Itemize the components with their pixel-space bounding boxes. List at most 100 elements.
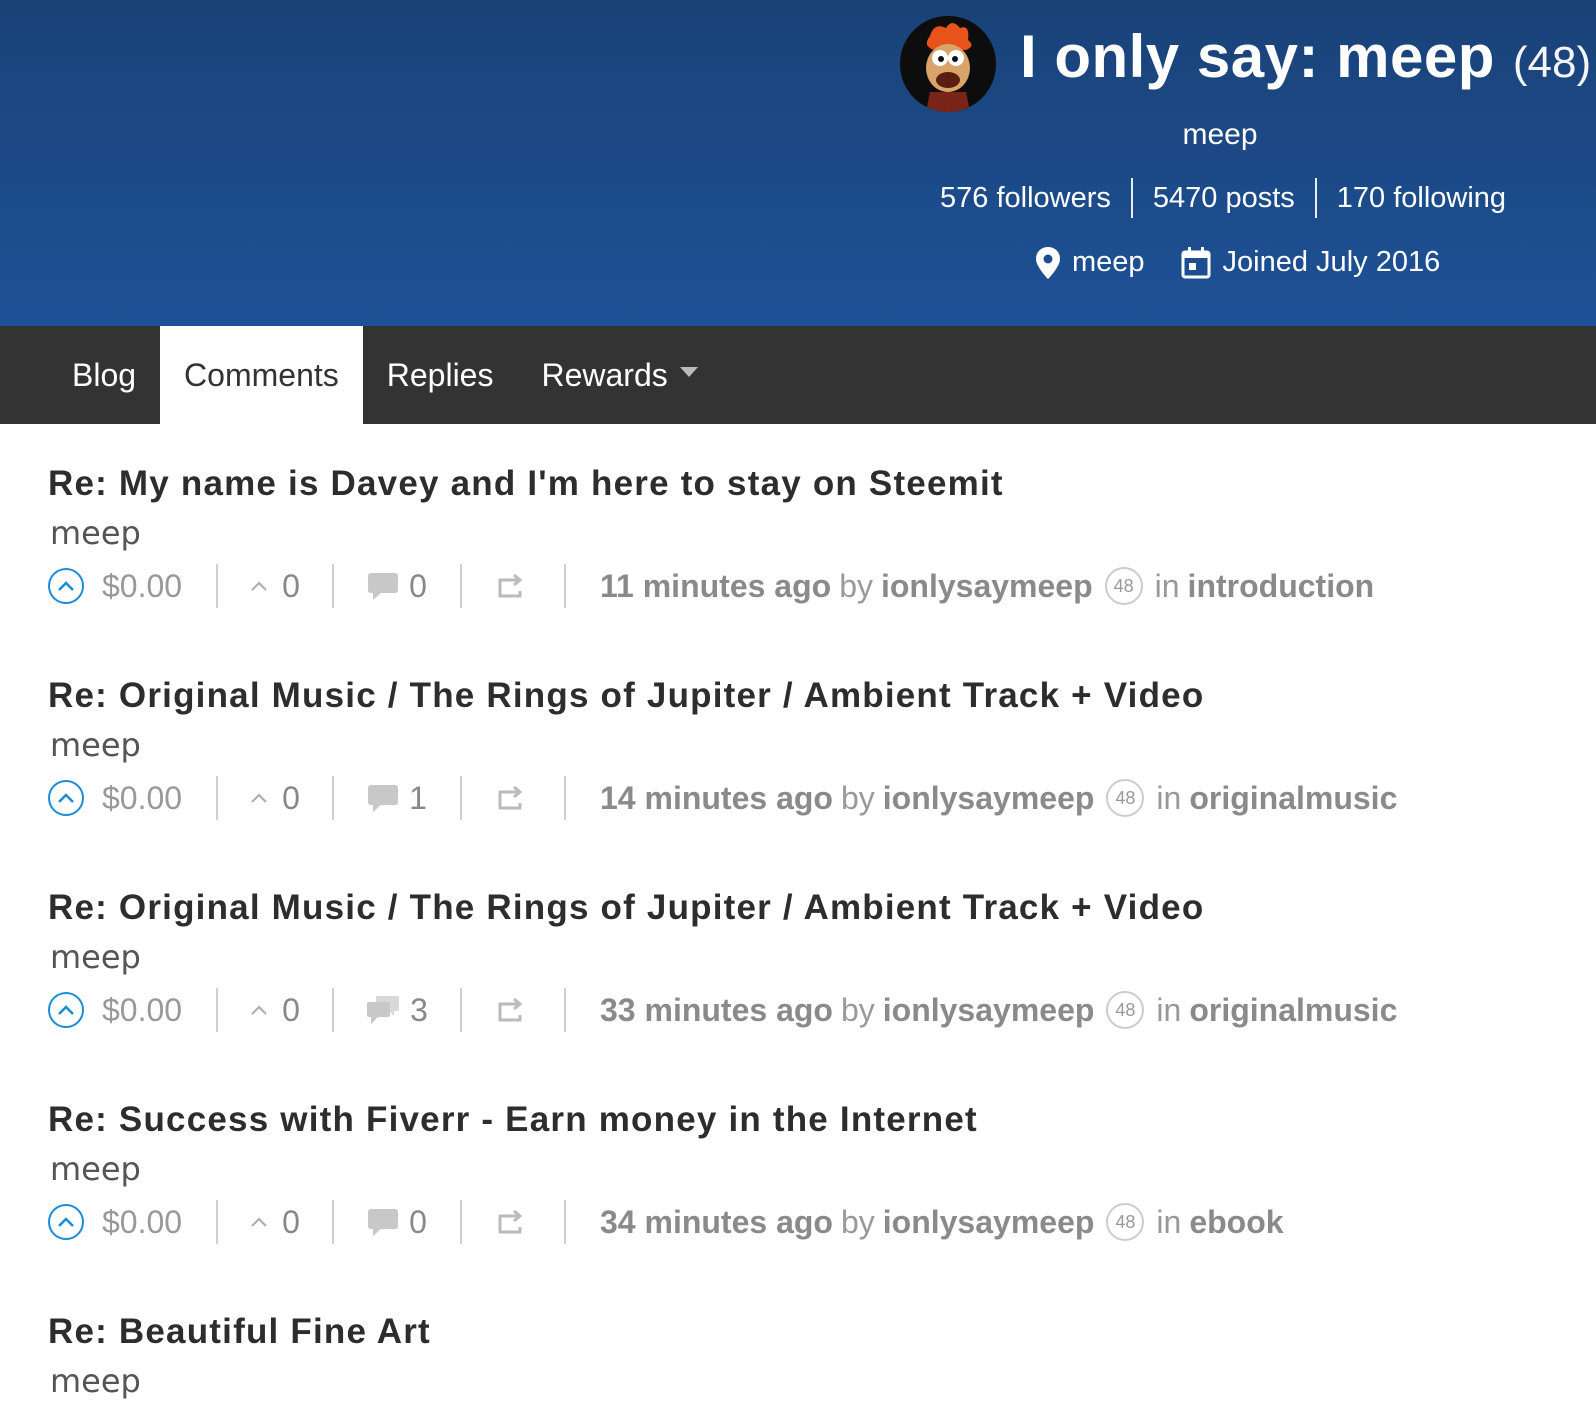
post-title-link[interactable]: Re: Beautiful Fine Art [48, 1312, 431, 1352]
reblog-button[interactable] [462, 574, 564, 598]
replies-count[interactable]: 1 [334, 780, 460, 817]
post-footer: $0.00 0 1 14 minutes ago by ionlysaymeep [48, 774, 1397, 822]
by-label: by [840, 991, 875, 1028]
profile-name: I only say: meep [1020, 23, 1495, 90]
joined-text: Joined July 2016 [1222, 246, 1441, 278]
in-label: in [1156, 991, 1182, 1028]
comment-icon [368, 1209, 399, 1236]
voters-count[interactable]: 0 [218, 1204, 332, 1241]
post-body: meep [50, 1362, 141, 1400]
reblog-button[interactable] [462, 786, 564, 810]
post-footer: $0.00 0 0 11 minutes ago by ionlysaymeep [48, 562, 1374, 610]
post-body: meep [50, 938, 141, 976]
upvote-button[interactable] [48, 780, 84, 816]
category-link[interactable]: ebook [1189, 1204, 1283, 1241]
chevron-up-icon [58, 1005, 74, 1015]
profile-joined: Joined July 2016 [1181, 246, 1441, 279]
timestamp-link[interactable]: 14 minutes ago [600, 780, 833, 817]
payout-value[interactable]: $0.00 [102, 1204, 182, 1241]
tab-blog[interactable]: Blog [48, 326, 160, 424]
chevron-up-icon [58, 793, 74, 803]
timestamp-link[interactable]: 33 minutes ago [600, 992, 833, 1029]
reputation-badge: 48 [1106, 1203, 1145, 1241]
avatar[interactable] [900, 16, 996, 112]
comment-icon [368, 785, 399, 812]
chevron-up-small-icon [251, 1005, 267, 1015]
votes-value: 0 [282, 567, 300, 604]
payout-value[interactable]: $0.00 [102, 992, 182, 1029]
chevron-up-small-icon [251, 1217, 267, 1227]
post-footer: $0.00 0 3 33 minutes ago by ionlysaymeep [48, 986, 1397, 1034]
upvote-button[interactable] [48, 1204, 84, 1240]
timestamp-link[interactable]: 34 minutes ago [600, 1204, 833, 1241]
post-title-link[interactable]: Re: My name is Davey and I'm here to sta… [48, 464, 1004, 504]
voters-count[interactable]: 0 [218, 992, 332, 1029]
payout-value[interactable]: $0.00 [102, 568, 182, 605]
post-title-link[interactable]: Re: Original Music / The Rings of Jupite… [48, 676, 1204, 716]
upvote-button[interactable] [48, 992, 84, 1028]
post-info: 14 minutes ago by ionlysaymeep 48 in ori… [566, 779, 1397, 817]
in-label: in [1156, 1203, 1182, 1240]
post-title-link[interactable]: Re: Success with Fiverr - Earn money in … [48, 1100, 978, 1140]
comments-value: 0 [409, 567, 427, 604]
following-link[interactable]: 170 following [1317, 182, 1526, 215]
upvote-button[interactable] [48, 568, 84, 604]
divider [1314, 178, 1317, 218]
location-text: meep [1072, 246, 1145, 278]
posts-count: 5470 posts [1152, 181, 1295, 214]
voters-count[interactable]: 0 [218, 780, 332, 817]
chevron-up-icon [58, 1217, 74, 1227]
author-link[interactable]: ionlysaymeep [883, 1204, 1095, 1241]
reblog-icon [498, 1210, 523, 1234]
tab-rewards[interactable]: Rewards [517, 326, 721, 424]
category-link[interactable]: originalmusic [1189, 992, 1397, 1029]
comments-value: 0 [409, 1203, 427, 1240]
replies-count[interactable]: 0 [334, 1204, 460, 1241]
votes-value: 0 [282, 1203, 300, 1240]
author-link[interactable]: ionlysaymeep [883, 780, 1095, 817]
profile-reputation: (48) [1512, 38, 1592, 87]
voters-count[interactable]: 0 [218, 568, 332, 605]
comment-icon [368, 573, 399, 600]
chevron-up-small-icon [251, 793, 267, 803]
chevron-up-icon [58, 581, 74, 591]
divider [1130, 178, 1133, 218]
in-label: in [1154, 567, 1180, 604]
profile-meta: meep Joined July 2016 [1036, 246, 1476, 279]
tab-label: Rewards [541, 356, 668, 393]
payout-value[interactable]: $0.00 [102, 780, 182, 817]
reputation-badge: 48 [1106, 991, 1145, 1029]
reblog-icon [498, 574, 523, 598]
tab-comments[interactable]: Comments [160, 326, 363, 424]
calendar-icon [1181, 246, 1211, 278]
tab-replies[interactable]: Replies [363, 326, 518, 424]
profile-title: I only say: meep (48) [1020, 22, 1591, 102]
timestamp-link[interactable]: 11 minutes ago [600, 568, 831, 605]
reputation-badge: 48 [1104, 567, 1143, 605]
votes-value: 0 [282, 779, 300, 816]
author-link[interactable]: ionlysaymeep [881, 568, 1093, 605]
location-pin-icon [1036, 246, 1060, 279]
chevron-up-small-icon [251, 581, 267, 591]
category-link[interactable]: introduction [1188, 568, 1375, 605]
by-label: by [839, 567, 873, 604]
comments-value: 1 [409, 779, 427, 816]
author-link[interactable]: ionlysaymeep [883, 992, 1095, 1029]
post-body: meep [50, 1150, 141, 1188]
replies-count[interactable]: 0 [334, 568, 460, 605]
reblog-button[interactable] [462, 1210, 564, 1234]
category-link[interactable]: originalmusic [1189, 780, 1397, 817]
post-body: meep [50, 726, 141, 764]
followers-link[interactable]: 576 followers [930, 182, 1131, 215]
voting: $0.00 [48, 780, 216, 817]
profile-header: I only say: meep (48) meep 576 followers… [0, 0, 1596, 326]
post-footer: $0.00 0 0 34 minutes ago by ionlysaymeep [48, 1198, 1284, 1246]
reblog-icon [498, 786, 523, 810]
replies-count[interactable]: 3 [334, 992, 460, 1029]
reputation-badge: 48 [1106, 779, 1145, 817]
reblog-button[interactable] [462, 998, 564, 1022]
reblog-icon [498, 998, 523, 1022]
comments-multiple-icon [367, 996, 400, 1024]
tab-label: Replies [386, 356, 494, 393]
post-title-link[interactable]: Re: Original Music / The Rings of Jupite… [48, 888, 1204, 928]
